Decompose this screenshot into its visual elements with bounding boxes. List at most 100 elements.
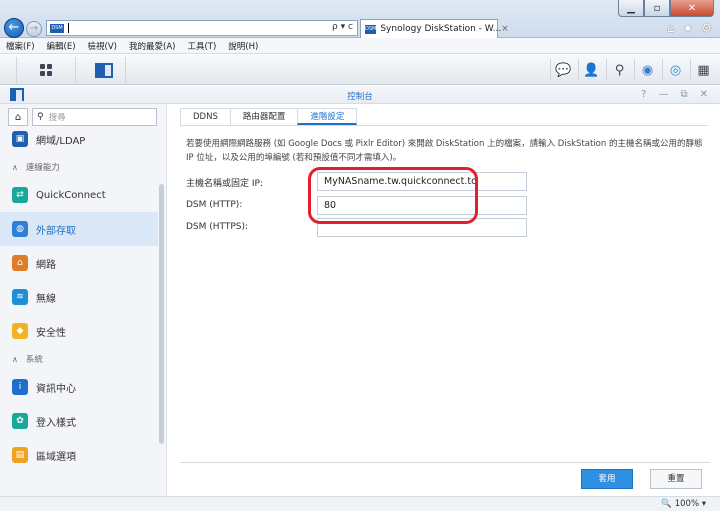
dropdown-icon[interactable]: ▾ [341,22,346,32]
search-input[interactable]: ⚲ 搜尋 [32,108,157,126]
control-panel-taskbar-button[interactable] [82,57,126,83]
tab-close-icon[interactable]: × [501,24,509,34]
shield-icon: ◆ [12,323,28,339]
refresh-icon[interactable]: c [348,22,353,32]
sidebar-item-label: 安全性 [36,327,66,339]
chevron-up-icon[interactable]: ∧ [12,355,18,364]
menu-edit[interactable]: 編輯(E) [47,40,76,52]
desktop-layout-icon[interactable]: ▦ [690,59,712,81]
minimize-button[interactable]: ▁ [618,0,644,17]
browser-toolbar-right: ⌂ ★ ⚙ [667,21,712,35]
home-button[interactable]: ⌂ [8,108,28,126]
gear-icon[interactable]: ⚙ [701,21,712,35]
tab-title: Synology DiskStation - W... [380,24,502,34]
quickconnect-icon: ⇄ [12,187,28,203]
sidebar-toolbar: ⌂ ⚲ 搜尋 [8,108,157,126]
info-icon: i [12,379,28,395]
search-icon[interactable]: ρ [332,22,338,32]
sidebar-list: ▣ 網域/LDAP ∧ 連線能力 ⇄ QuickConnect ◍ 外部存取 ⌂ 網路 ≋ 無線 ◆ 安全… [0,122,158,472]
search-icon: ⚲ [37,112,44,122]
forward-button[interactable]: → [26,21,42,37]
browser-tab[interactable]: DSM Synology DiskStation - W... × [360,19,509,38]
sidebar: ▣ 網域/LDAP ∧ 連線能力 ⇄ QuickConnect ◍ 外部存取 ⌂ 網路 ≋ 無線 ◆ 安全… [0,104,167,496]
sidebar-item[interactable]: ✿ 登入樣式 [0,404,158,438]
dsm-favicon-icon: DSM [50,24,64,33]
arrow-right-icon: → [29,23,39,34]
menu-file[interactable]: 檔案(F) [6,40,35,52]
user-icon[interactable]: 👤 [578,59,600,81]
sidebar-item-label: QuickConnect [36,189,106,201]
window-title: 控制台 [347,92,373,102]
home-icon: ⌂ [14,111,22,123]
address-bar[interactable]: DSM ρ ▾ c [46,20,358,36]
sidebar-item[interactable]: ◆ 安全性 [0,314,158,348]
browser-menubar: 檔案(F) 編輯(E) 檢視(V) 我的最愛(A) 工具(T) 說明(H) [0,38,720,54]
tab-router-config[interactable]: 路由器配置 [229,108,299,125]
search-icon[interactable]: ⚲ [606,59,628,81]
tab-ddns[interactable]: DDNS [180,108,231,125]
chevron-up-icon[interactable]: ∧ [12,163,18,172]
sidebar-item[interactable]: ≋ 無線 [0,280,158,314]
sidebar-item[interactable]: i 資訊中心 [0,370,158,404]
text-cursor [68,23,69,33]
sidebar-item-label: 資訊中心 [36,383,76,395]
browser-statusbar: 🔍 100% ▾ [0,496,720,511]
dsm-tray: 💬 👤 ⚲ ◉ ◎ ▦ [550,59,712,81]
directory-icon: ▣ [12,131,28,147]
window-titlebar: 控制台 ? — ⧉ ✕ [0,86,720,104]
sidebar-item[interactable]: ⇄ QuickConnect [0,178,158,212]
favorites-star-icon[interactable]: ★ [682,21,693,35]
footer-divider [180,462,710,463]
help-icon[interactable]: ? [641,89,646,100]
control-panel-icon [94,62,113,78]
back-button[interactable]: ← [4,18,24,38]
dsm-taskbar: 💬 👤 ⚲ ◉ ◎ ▦ [0,55,720,85]
palette-icon: ✿ [12,413,28,429]
sidebar-scrollbar[interactable] [159,184,164,444]
search-placeholder: 搜尋 [48,113,66,123]
menu-tools[interactable]: 工具(T) [187,40,216,52]
sidebar-section-header: ∧ 系統 [0,348,158,370]
globe-icon: ◍ [12,221,28,237]
sidebar-item[interactable]: ⌂ 網路 [0,246,158,280]
http-port-label: DSM (HTTP): [186,200,243,210]
sidebar-item[interactable]: ◍ 外部存取 [0,212,158,246]
widget-icon[interactable]: ◉ [634,59,656,81]
sidebar-item-label: 無線 [36,293,56,305]
hostname-label: 主機名稱或固定 IP: [186,179,263,189]
tab-advanced[interactable]: 進階設定 [297,108,358,125]
main-content: DDNS 路由器配置 進階設定 若要使用網際網路服務 (如 Google Doc… [168,104,720,496]
annotation-highlight [308,167,478,224]
home-icon[interactable]: ⌂ [667,21,675,35]
tab-bar: DDNS 路由器配置 進階設定 [180,108,708,126]
menu-help[interactable]: 說明(H) [228,40,258,52]
pilot-view-icon[interactable]: ◎ [662,59,684,81]
wifi-icon: ≋ [12,289,28,305]
sidebar-item-label: 網路 [36,259,56,271]
sidebar-item[interactable]: ▤ 區域選項 [0,438,158,472]
main-menu-button[interactable] [16,57,76,83]
home-network-icon: ⌂ [12,255,28,271]
close-icon[interactable]: ✕ [700,89,708,100]
sidebar-item-label: 網域/LDAP [36,135,86,147]
window-controls: ? — ⧉ ✕ [641,89,708,100]
sidebar-item-label: 外部存取 [36,225,76,237]
sidebar-item-label: 登入樣式 [36,417,76,429]
menu-view[interactable]: 檢視(V) [88,40,117,52]
browser-chrome: ▁ ▫ ✕ ← → DSM ρ ▾ c DSM Synology DiskSta… [0,0,720,38]
maximize-button[interactable]: ▫ [644,0,670,17]
sidebar-section-label: 系統 [25,355,43,365]
zoom-level: 100% [674,499,700,509]
minimize-icon[interactable]: — [658,89,668,100]
apply-button[interactable]: 套用 [581,469,633,489]
arrow-left-icon: ← [8,20,20,35]
menu-favorites[interactable]: 我的最愛(A) [129,40,175,52]
window-controls: ▁ ▫ ✕ [618,0,714,17]
sidebar-item[interactable]: ▣ 網域/LDAP [0,122,158,156]
zoom-control[interactable]: 🔍 100% ▾ [661,499,706,509]
grid-icon [40,64,52,76]
reset-button[interactable]: 重置 [650,469,702,489]
restore-icon[interactable]: ⧉ [680,89,687,100]
close-button[interactable]: ✕ [670,0,714,17]
notification-icon[interactable]: 💬 [550,59,572,81]
